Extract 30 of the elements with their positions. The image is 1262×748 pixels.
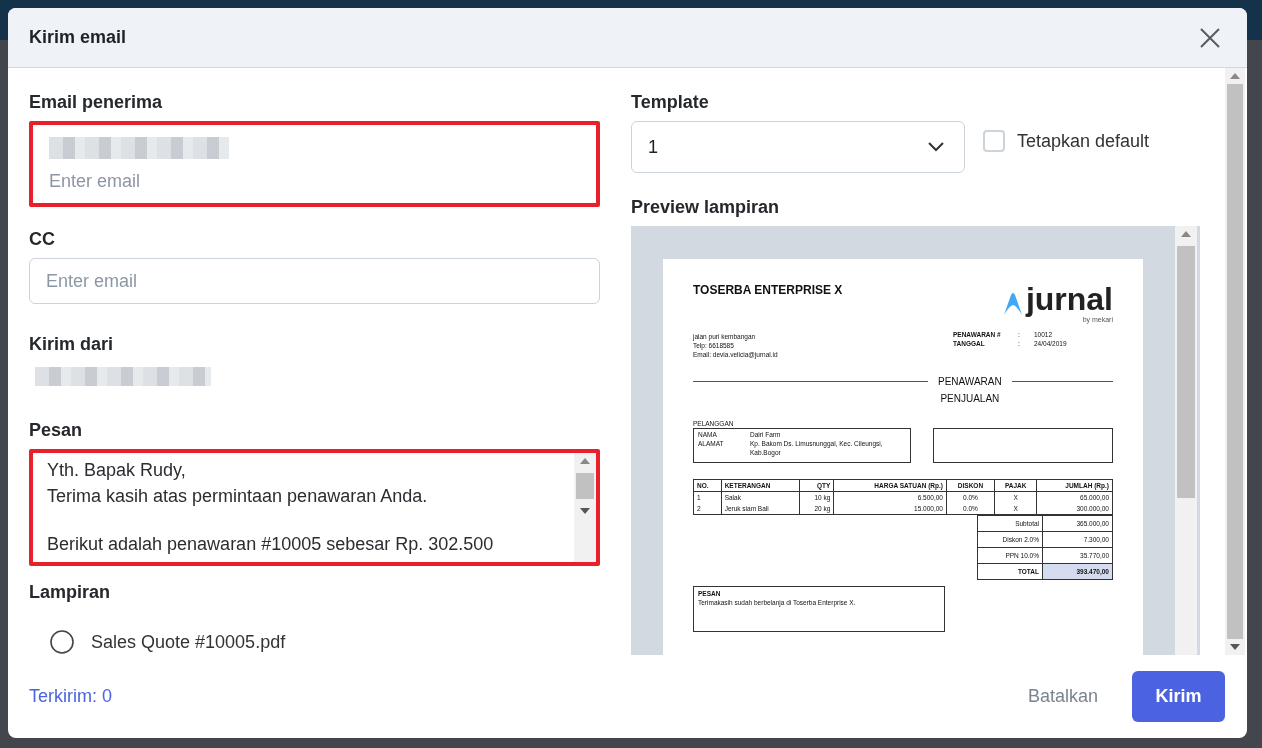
logo-text: jurnal xyxy=(1025,281,1113,317)
checkbox-label[interactable]: Tetapkan default xyxy=(1017,130,1150,152)
attachment-circle-icon xyxy=(49,629,75,655)
field-label: Lampiran xyxy=(29,582,112,603)
send-button[interactable]: Kirim xyxy=(1132,671,1225,722)
cc-email-field[interactable]: Enter email xyxy=(29,258,600,305)
sent-count: Terkirim: 0 xyxy=(29,686,112,707)
scrollbar[interactable] xyxy=(574,452,596,562)
message-paragraph: Berikut adalah penawaran #10005 sebesar Rp. 302.500 xyxy=(47,532,495,556)
checkbox[interactable] xyxy=(983,130,1005,152)
field-label: Template xyxy=(631,92,710,113)
company-name: TOSERBA ENTERPRISE X xyxy=(693,283,843,297)
attachment-name[interactable]: Sales Quote #10005.pdf xyxy=(91,631,286,653)
message-paragraph: Yth. Bapak Rudy, Terima kasih atas permintaan penawaran Anda. xyxy=(47,458,429,508)
field-label: CC xyxy=(29,229,56,251)
recipient-email-field[interactable]: Enter email xyxy=(29,121,600,208)
field-label: Email penerima xyxy=(29,92,164,113)
scrollbar[interactable] xyxy=(1175,226,1197,655)
document-title: PENJUALAN xyxy=(940,392,1000,406)
message-field[interactable]: Yth. Bapak Rudy, Terima kasih atas permintaan penawaran Anda. Berikut adalah penawaran #10005 sebesar Rp. 302.500 xyxy=(29,448,600,566)
document-title: PENAWARAN xyxy=(938,375,1002,389)
field-label: Preview lampiran xyxy=(631,197,781,218)
cancel-button[interactable]: Batalkan xyxy=(1027,686,1098,707)
field-label: Pesan xyxy=(29,419,84,441)
scrollbar[interactable] xyxy=(1225,68,1245,655)
chevron-down-icon xyxy=(928,142,944,152)
field-label: Kirim dari xyxy=(29,334,115,356)
close-icon[interactable] xyxy=(1200,27,1220,48)
dialog-title: Kirim email xyxy=(29,27,127,48)
template-dropdown[interactable]: 1 xyxy=(631,121,965,173)
